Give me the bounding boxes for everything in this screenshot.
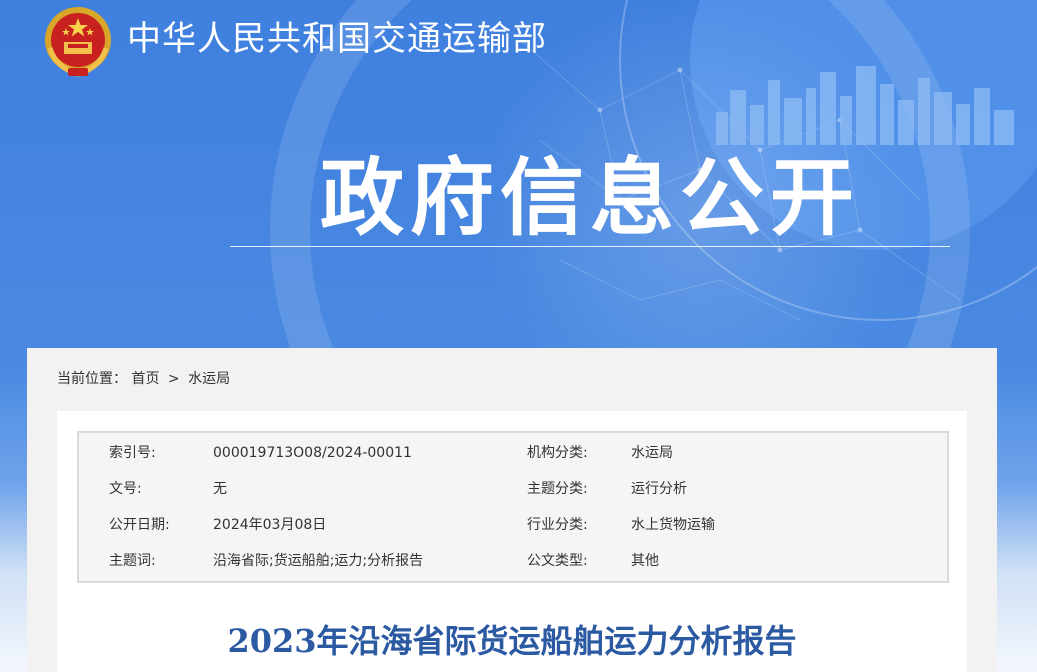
metadata-value: 2024年03月08日 xyxy=(213,517,327,533)
breadcrumb-separator: > xyxy=(167,371,180,387)
metadata-value: 运行分析 xyxy=(631,481,687,497)
metadata-label: 文号: xyxy=(109,481,142,497)
metadata-label: 公开日期: xyxy=(109,517,170,533)
breadcrumb-home-link[interactable]: 首页 xyxy=(131,371,159,387)
content-panel: 当前位置： 首页 > 水运局 索引号: 000019713O08/2024-00… xyxy=(27,348,997,672)
site-header: 中华人民共和国交通运输部 xyxy=(0,0,1037,100)
banner-divider xyxy=(230,246,950,247)
metadata-value: 沿海省际;货运船舶;运力;分析报告 xyxy=(213,553,424,569)
ministry-name[interactable]: 中华人民共和国交通运输部 xyxy=(127,16,547,62)
national-emblem-icon[interactable] xyxy=(42,4,114,80)
metadata-row: 主题词: 沿海省际;货运船舶;运力;分析报告 公文类型: 其他 xyxy=(79,543,947,579)
metadata-label: 行业分类: xyxy=(527,517,588,533)
metadata-row: 文号: 无 主题分类: 运行分析 xyxy=(79,471,947,507)
metadata-label: 机构分类: xyxy=(527,445,588,461)
article-card: 索引号: 000019713O08/2024-00011 机构分类: 水运局 文… xyxy=(57,411,967,672)
metadata-row: 公开日期: 2024年03月08日 行业分类: 水上货物运输 xyxy=(79,507,947,543)
metadata-value: 000019713O08/2024-00011 xyxy=(213,445,412,461)
breadcrumb-water-transport-link[interactable]: 水运局 xyxy=(188,371,230,387)
metadata-label: 索引号: xyxy=(109,445,156,461)
banner-title: 政府信息公开 xyxy=(319,149,860,247)
metadata-label: 公文类型: xyxy=(527,553,588,569)
document-title: 2023年沿海省际货运船舶运力分析报告 xyxy=(227,622,797,660)
metadata-value: 无 xyxy=(213,481,227,497)
metadata-value: 水上货物运输 xyxy=(631,517,715,533)
metadata-label: 主题分类: xyxy=(527,481,588,497)
breadcrumb: 当前位置： 首页 > 水运局 xyxy=(57,368,230,390)
page: 中华人民共和国交通运输部 政府信息公开 当前位置： 首页 > 水运局 索引号: … xyxy=(0,0,1037,672)
document-metadata-table: 索引号: 000019713O08/2024-00011 机构分类: 水运局 文… xyxy=(77,431,949,583)
metadata-row: 索引号: 000019713O08/2024-00011 机构分类: 水运局 xyxy=(79,435,947,471)
metadata-value: 水运局 xyxy=(631,445,673,461)
breadcrumb-prefix: 当前位置： xyxy=(57,371,127,387)
metadata-label: 主题词: xyxy=(109,553,156,569)
metadata-value: 其他 xyxy=(631,553,659,569)
